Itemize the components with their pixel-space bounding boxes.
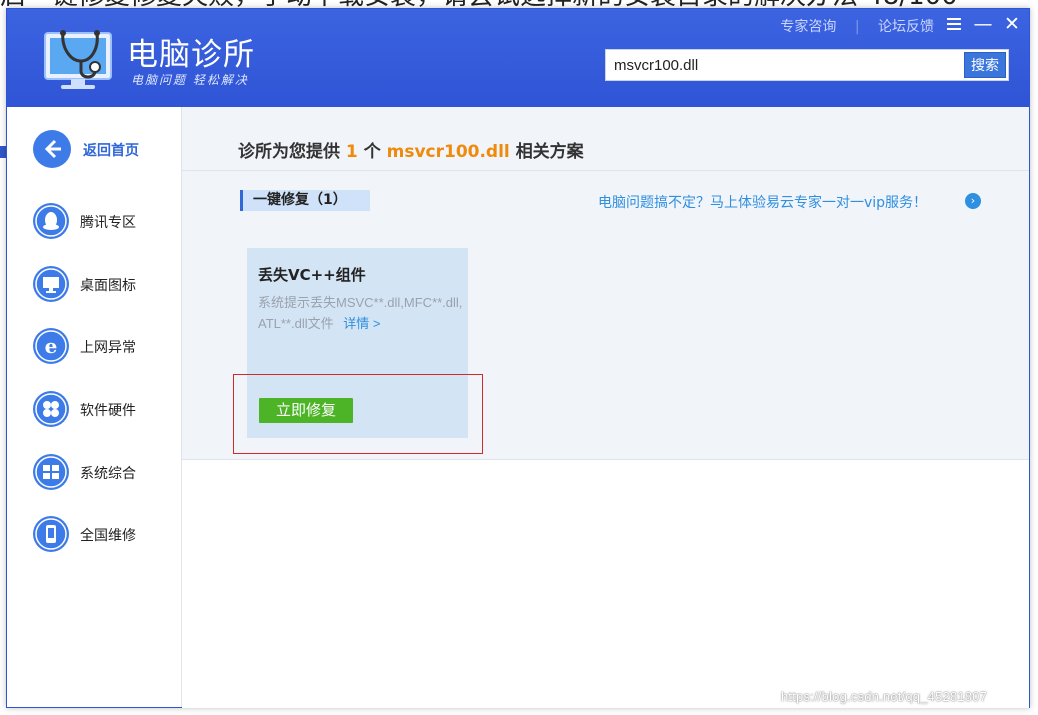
forum-feedback-link[interactable]: 论坛反馈 bbox=[878, 19, 934, 35]
sidebar-item-tencent[interactable]: 腾讯专区 bbox=[33, 201, 173, 241]
watermark: https://blog.csdn.net/qq_45281807 bbox=[781, 689, 988, 704]
logo-stethoscope-icon bbox=[41, 27, 115, 91]
search-keyword: msvcr100.dll bbox=[386, 142, 510, 162]
vip-promo-link[interactable]: 电脑问题搞不定？马上体验易云专家一对一vip服务！ bbox=[598, 192, 927, 212]
phone-icon bbox=[33, 516, 69, 552]
qq-icon bbox=[33, 203, 69, 239]
svg-text:e: e bbox=[45, 334, 58, 358]
search-input[interactable] bbox=[606, 50, 978, 80]
sidebar-item-label: 系统综合 bbox=[80, 466, 136, 482]
back-arrow-icon bbox=[33, 130, 71, 168]
sidebar: 返回首页 腾讯专区 桌面图标 e 上网异常 软件硬件 系统综合 全国维修 bbox=[7, 107, 182, 707]
search-button[interactable]: 搜索 bbox=[964, 52, 1006, 78]
search-box: 搜索 bbox=[605, 49, 1009, 81]
highlight-box bbox=[233, 374, 483, 454]
sidebar-item-software-hardware[interactable]: 软件硬件 bbox=[33, 389, 173, 429]
close-icon[interactable]: ✕ bbox=[1002, 13, 1022, 35]
sidebar-item-label: 上网异常 bbox=[80, 340, 136, 356]
expert-consult-link[interactable]: 专家咨询 bbox=[780, 19, 836, 35]
result-title: 诊所为您提供 1 个 msvcr100.dll 相关方案 bbox=[238, 137, 584, 162]
sidebar-item-label: 软件硬件 bbox=[80, 403, 136, 419]
main-content: 诊所为您提供 1 个 msvcr100.dll 相关方案 一键修复（1） 电脑问… bbox=[182, 107, 1029, 708]
top-links: 专家咨询 | 论坛反馈 bbox=[766, 16, 934, 36]
app-window: 电脑诊所 电脑问题 轻松解决 专家咨询 | 论坛反馈 — ✕ 搜索 返回首页 bbox=[6, 8, 1030, 708]
title-prefix: 诊所为您提供 bbox=[238, 142, 340, 162]
sidebar-item-label: 全国维修 bbox=[80, 528, 136, 544]
sidebar-item-desktop[interactable]: 桌面图标 bbox=[33, 264, 173, 304]
sidebar-item-label: 腾讯专区 bbox=[80, 215, 136, 231]
chevron-right-icon[interactable]: › bbox=[965, 193, 981, 209]
sidebar-item-internet[interactable]: e 上网异常 bbox=[33, 326, 173, 366]
ie-icon: e bbox=[33, 328, 69, 364]
header: 电脑诊所 电脑问题 轻松解决 专家咨询 | 论坛反馈 — ✕ 搜索 bbox=[7, 9, 1029, 107]
back-home-button[interactable]: 返回首页 bbox=[33, 129, 173, 169]
title-mid: 个 bbox=[363, 142, 381, 162]
minimize-icon[interactable]: — bbox=[973, 13, 993, 35]
back-home-label: 返回首页 bbox=[83, 143, 139, 159]
windows-icon bbox=[33, 454, 69, 490]
sidebar-item-system[interactable]: 系统综合 bbox=[33, 452, 173, 492]
title-suffix: 相关方案 bbox=[515, 142, 584, 162]
result-count: 1 bbox=[345, 142, 358, 162]
hamburger-icon[interactable] bbox=[944, 13, 964, 35]
sidebar-item-label: 桌面图标 bbox=[80, 278, 136, 294]
divider bbox=[182, 170, 1029, 171]
card-description: 系统提示丢失MSVC**.dll,MFC**.dll,ATL**.dll文件 详… bbox=[258, 292, 466, 334]
tab-one-click-fix[interactable]: 一键修复（1） bbox=[240, 190, 370, 211]
card-title: 丢失VC++组件 bbox=[258, 266, 366, 284]
main-bottom-area bbox=[182, 459, 1029, 708]
tools-icon bbox=[33, 391, 69, 427]
monitor-icon bbox=[33, 266, 69, 302]
app-subtitle: 电脑问题 轻松解决 bbox=[131, 73, 249, 87]
app-title: 电脑诊所 bbox=[127, 37, 255, 73]
detail-link[interactable]: 详情 > bbox=[343, 316, 380, 331]
sidebar-item-repair[interactable]: 全国维修 bbox=[33, 514, 173, 554]
link-divider: | bbox=[854, 19, 860, 35]
